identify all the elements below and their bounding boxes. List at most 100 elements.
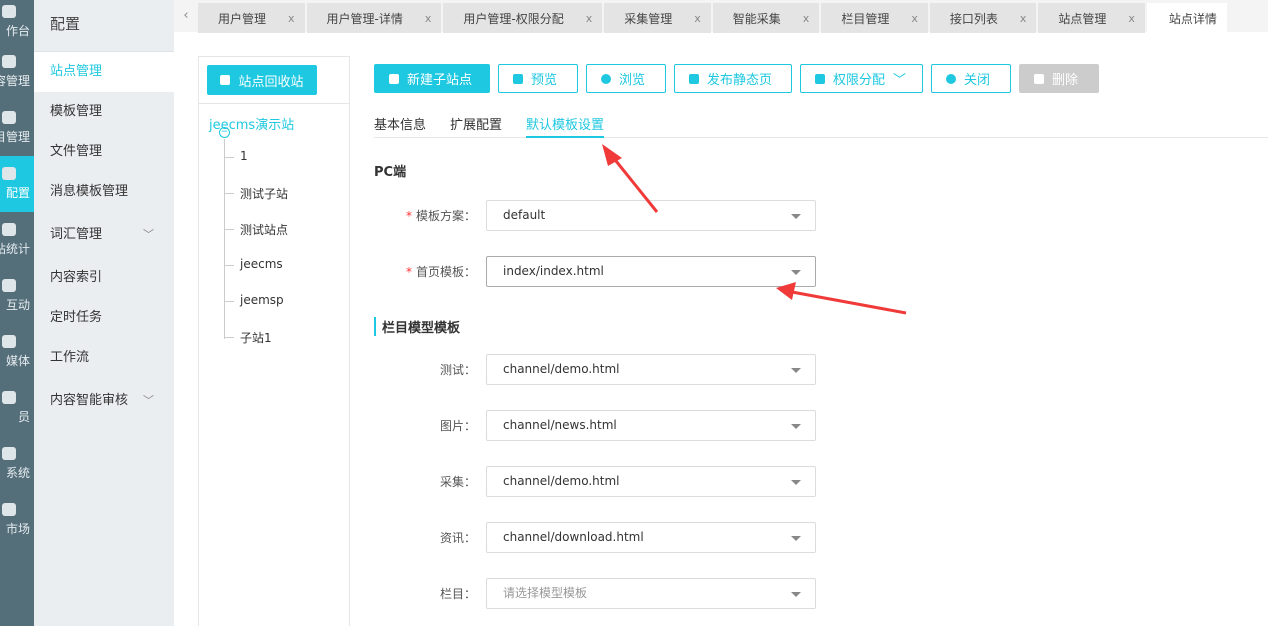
chart-icon [2,223,16,236]
sub-sidebar: 配置 站点管理 模板管理 文件管理 消息模板管理 词汇管理 ﹀ 内容索引 定时任务… [34,0,174,626]
eye-icon [601,73,611,84]
tab-bar: ‹ 用户管理 x 用户管理-详情 x 用户管理-权限分配 x 采集管理 x 智能采集 x … [174,0,1268,33]
tab[interactable]: 用户管理-权限分配 x [443,3,603,33]
close-icon[interactable]: x [586,12,593,25]
sidebar-item[interactable]: 词汇管理 ﹀ [34,212,174,258]
tree-node[interactable]: 测试站点 [224,221,288,238]
tab-basic-info[interactable]: 基本信息 [374,114,426,138]
rail-item[interactable]: 员 [0,380,34,436]
tree-root[interactable]: jeecms演示站 [209,114,349,133]
form-row: 栏目： 请选择模型模板 [374,578,824,609]
sidebar-item[interactable]: 消息模板管理 [34,172,174,212]
layers-icon [2,111,16,124]
collapse-icon[interactable]: − [219,127,230,138]
close-button[interactable]: 关闭 [931,64,1011,93]
tree-node[interactable]: jeecms [224,257,283,271]
pc-section-title: PC端 [374,165,407,180]
channel-template-select[interactable]: channel/demo.html [486,466,816,497]
rail-item[interactable]: 市场 [0,492,34,548]
tab[interactable]: 用户管理-详情 x [306,3,442,33]
permission-button[interactable]: 权限分配 ﹀ [800,64,923,93]
form-row: 图片： channel/news.html [374,410,824,441]
sidebar-item[interactable]: 文件管理 [34,132,174,172]
sidebar-item[interactable]: 站点管理 [34,52,174,92]
tree-node[interactable]: jeemsp [224,293,284,307]
delete-button[interactable]: 删除 [1019,64,1099,93]
trash-icon [220,75,231,85]
tab[interactable]: 接口列表 x [929,3,1037,33]
close-icon[interactable]: x [425,12,432,25]
tab-default-template[interactable]: 默认模板设置 [526,114,605,138]
form-row: 测试： channel/demo.html [374,354,824,385]
detail-tabs: 基本信息 扩展配置 默认模板设置 [374,114,1268,138]
tab-extend-config[interactable]: 扩展配置 [450,114,502,138]
recycle-bin-button[interactable]: 站点回收站 [207,65,317,95]
tree-line [224,139,225,339]
form-row: * 首页模板： index/index.html [374,256,824,287]
tree-node[interactable]: 1 [224,149,248,163]
cube-icon [2,167,16,180]
sidebar-item[interactable]: 定时任务 [34,298,174,338]
sidebar-item[interactable]: 模板管理 [34,92,174,132]
new-subsite-button[interactable]: 新建子站点 [374,64,490,93]
home-icon [2,5,16,18]
market-icon [2,503,16,516]
template-scheme-select[interactable]: default [486,200,816,231]
rail-item[interactable]: 系统 [0,436,34,492]
site-tree-panel: 站点回收站 jeecms演示站 − 1 测试子站 测试站点 jeecms jee… [198,56,350,626]
close-icon[interactable]: x [803,12,810,25]
toolbar: 新建子站点 预览 浏览 发布静态页 权限分配 ﹀ 关闭 删除 [374,64,1099,93]
gear-icon [2,447,16,460]
rail-item[interactable]: 容管理 [0,44,34,100]
close-icon[interactable]: x [1128,12,1135,25]
form-row: * 模板方案： default [374,200,824,231]
form-row: 资讯： channel/download.html [374,522,824,553]
channel-template-select[interactable]: channel/download.html [486,522,816,553]
rail-item[interactable]: 互动 [0,268,34,324]
form-row: 采集： channel/demo.html [374,466,824,497]
sidebar-item[interactable]: 工作流 [34,338,174,378]
rail-item[interactable]: 媒体 [0,324,34,380]
tab[interactable]: 智能采集 x [712,3,820,33]
divider [199,103,349,104]
home-template-select[interactable]: index/index.html [486,256,816,287]
content-icon [2,55,16,68]
tab[interactable]: 站点管理 x [1038,3,1145,33]
close-icon[interactable]: x [288,12,295,25]
chevron-down-icon: ﹀ [143,228,154,241]
tabs-prev-icon[interactable]: ‹ [174,0,198,32]
close-icon[interactable]: x [694,12,701,25]
browse-button[interactable]: 浏览 [586,64,666,93]
close-icon[interactable]: x [1020,12,1027,25]
chat-icon [2,279,16,292]
preview-button[interactable]: 预览 [498,64,578,93]
tab-active[interactable]: 站点详情 [1146,3,1227,33]
rail-item[interactable]: 站统计 [0,212,34,268]
tab[interactable]: 采集管理 x [604,3,711,33]
tree-node[interactable]: 测试子站 [224,185,288,202]
publish-static-button[interactable]: 发布静态页 [674,64,792,93]
channel-template-select[interactable]: 请选择模型模板 [486,578,816,609]
sidebar-item[interactable]: 内容索引 [34,258,174,298]
channel-template-select[interactable]: channel/news.html [486,410,816,441]
icon-rail: 作台 容管理 目管理 配置 站统计 互动 媒体 员 系统 市场 [0,0,34,626]
chevron-down-icon: ﹀ [143,394,154,407]
send-icon [689,73,699,84]
trash-icon [1034,73,1044,84]
rail-item[interactable]: 作台 [0,0,34,44]
minus-circle-icon [946,73,956,84]
rail-item-config[interactable]: 配置 [0,156,34,212]
tab[interactable]: 用户管理 x [198,3,305,33]
chevron-down-icon: ﹀ [893,73,907,88]
media-icon [2,335,16,348]
tab[interactable]: 栏目管理 x [821,3,928,33]
close-icon[interactable]: x [911,12,918,25]
sidebar-item[interactable]: 内容智能审核 ﹀ [34,378,174,424]
tree-node[interactable]: 子站1 [224,329,272,346]
sidebar-title: 配置 [34,0,174,52]
lock-icon [815,73,825,84]
file-search-icon [513,73,523,84]
channel-template-select[interactable]: channel/demo.html [486,354,816,385]
rail-item[interactable]: 目管理 [0,100,34,156]
plus-square-icon [389,73,399,84]
